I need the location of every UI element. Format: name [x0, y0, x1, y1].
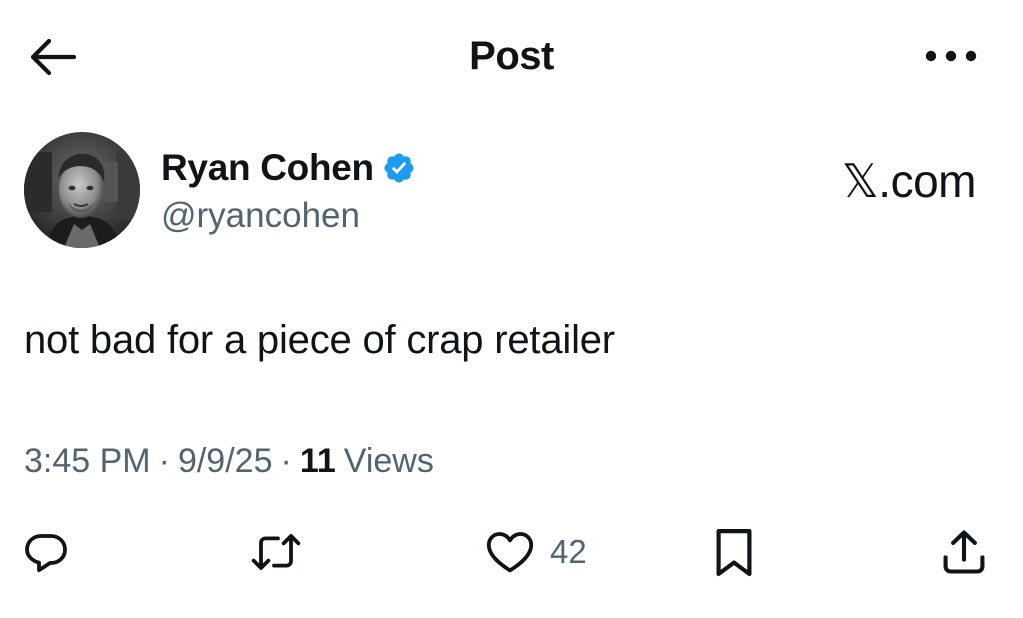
page-title: Post	[469, 34, 554, 78]
bookmark-button[interactable]	[712, 520, 756, 584]
like-count: 42	[550, 533, 587, 570]
site-watermark: 𝕏.com	[841, 155, 977, 207]
reply-icon	[22, 528, 70, 576]
post-meta: 3:45 PM · 9/9/25 · 11 Views	[24, 442, 434, 481]
meta-separator: ·	[280, 442, 292, 480]
name-row: Ryan Cohen	[161, 144, 416, 192]
bookmark-icon	[712, 525, 756, 579]
post-text: not bad for a piece of crap retailer	[24, 318, 615, 362]
more-options-button[interactable]	[921, 40, 981, 76]
post-author: Ryan Cohen @ryancohen 𝕏.com	[24, 132, 994, 252]
more-horizontal-icon	[924, 49, 978, 68]
action-bar: 42	[0, 520, 1023, 584]
avatar[interactable]	[24, 132, 140, 248]
share-icon	[938, 526, 990, 578]
share-button[interactable]	[938, 520, 990, 584]
heart-icon	[484, 528, 536, 576]
top-bar: Post	[0, 0, 1023, 118]
repost-button[interactable]	[248, 520, 304, 584]
repost-icon	[248, 528, 304, 576]
post-time[interactable]: 3:45 PM	[24, 442, 151, 481]
display-name[interactable]: Ryan Cohen	[161, 147, 374, 189]
back-button[interactable]	[24, 36, 80, 82]
user-handle[interactable]: @ryancohen	[161, 196, 360, 236]
arrow-left-icon	[27, 36, 77, 83]
verified-badge-icon[interactable]	[382, 151, 416, 185]
views-count: 11	[299, 442, 336, 480]
post-date[interactable]: 9/9/25	[178, 442, 273, 481]
reply-button[interactable]	[22, 520, 70, 584]
meta-separator: ·	[158, 442, 170, 480]
views-label: Views	[343, 442, 434, 480]
like-button[interactable]: 42	[484, 520, 587, 584]
